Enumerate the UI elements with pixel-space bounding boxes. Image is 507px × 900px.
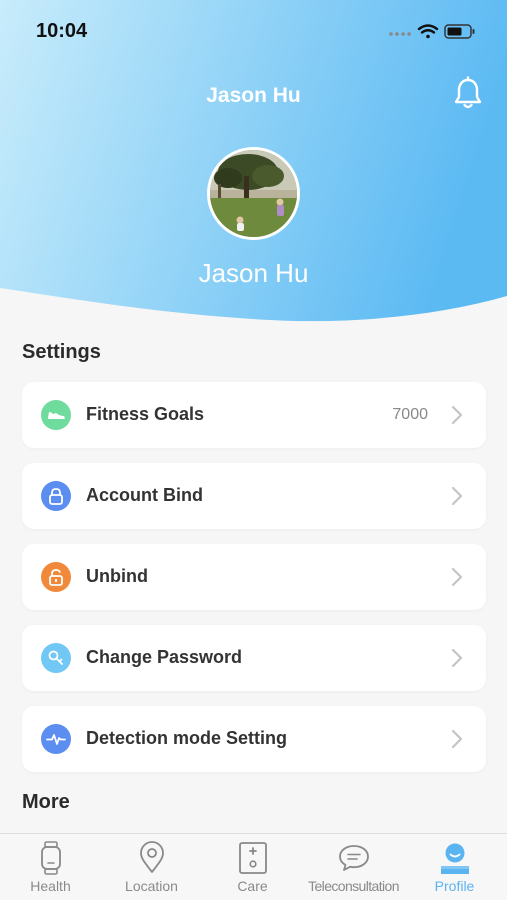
status-bar: 10:04: [0, 0, 507, 62]
page-title: Jason Hu: [206, 84, 301, 107]
profile-photo: [210, 150, 297, 237]
wifi-icon: [417, 24, 439, 39]
signal-icon: [389, 32, 411, 36]
bell-icon[interactable]: [452, 76, 484, 110]
tab-health[interactable]: Health: [0, 834, 101, 900]
fitness-goals-value: 7000: [392, 406, 428, 423]
status-time: 10:04: [36, 20, 88, 42]
account-bind-item[interactable]: Account Bind: [22, 463, 486, 529]
pulse-icon: [41, 724, 71, 754]
settings-section-title: Settings: [22, 341, 101, 363]
chat-icon: [339, 845, 369, 871]
change-password-label: Change Password: [86, 647, 243, 667]
watch-icon: [41, 841, 61, 875]
tab-profile[interactable]: Profile: [404, 834, 505, 900]
unbind-label: Unbind: [86, 566, 148, 586]
profile-header: 10:04 Jason Hu Jason Hu: [0, 0, 507, 330]
fitness-goals-label: Fitness Goals: [86, 404, 205, 424]
shoe-icon: [41, 400, 71, 430]
tab-teleconsultation-label: Teleconsultation: [308, 878, 399, 894]
key-icon: [41, 643, 71, 673]
profile-name: Jason Hu: [198, 258, 309, 288]
tab-bar: Health Location Care Teleconsultation Pr…: [0, 833, 507, 900]
tab-care-label: Care: [237, 878, 268, 894]
status-icons: [389, 24, 475, 39]
avatar[interactable]: [207, 147, 300, 240]
chevron-right-icon: [451, 729, 463, 749]
detection-mode-label: Detection mode Setting: [86, 728, 288, 748]
account-bind-label: Account Bind: [86, 485, 203, 505]
tab-location-label: Location: [125, 878, 178, 894]
tab-health-label: Health: [30, 878, 71, 894]
tab-profile-label: Profile: [434, 878, 475, 894]
fitness-goals-item[interactable]: Fitness Goals 7000: [22, 382, 486, 448]
tab-care[interactable]: Care: [202, 834, 303, 900]
lock-icon: [41, 481, 71, 511]
chevron-right-icon: [451, 648, 463, 668]
chevron-right-icon: [451, 486, 463, 506]
battery-icon: [444, 24, 475, 39]
care-icon: [239, 842, 267, 874]
unbind-item[interactable]: Unbind: [22, 544, 486, 610]
tab-location[interactable]: Location: [101, 834, 202, 900]
unlock-icon: [41, 562, 71, 592]
chevron-right-icon: [451, 567, 463, 587]
detection-mode-item[interactable]: Detection mode Setting: [22, 706, 486, 772]
change-password-item[interactable]: Change Password: [22, 625, 486, 691]
more-section-title: More: [22, 791, 70, 813]
chevron-right-icon: [451, 405, 463, 425]
tab-teleconsultation[interactable]: Teleconsultation: [303, 834, 404, 900]
profile-icon: [441, 843, 469, 874]
location-pin-icon: [140, 841, 164, 873]
